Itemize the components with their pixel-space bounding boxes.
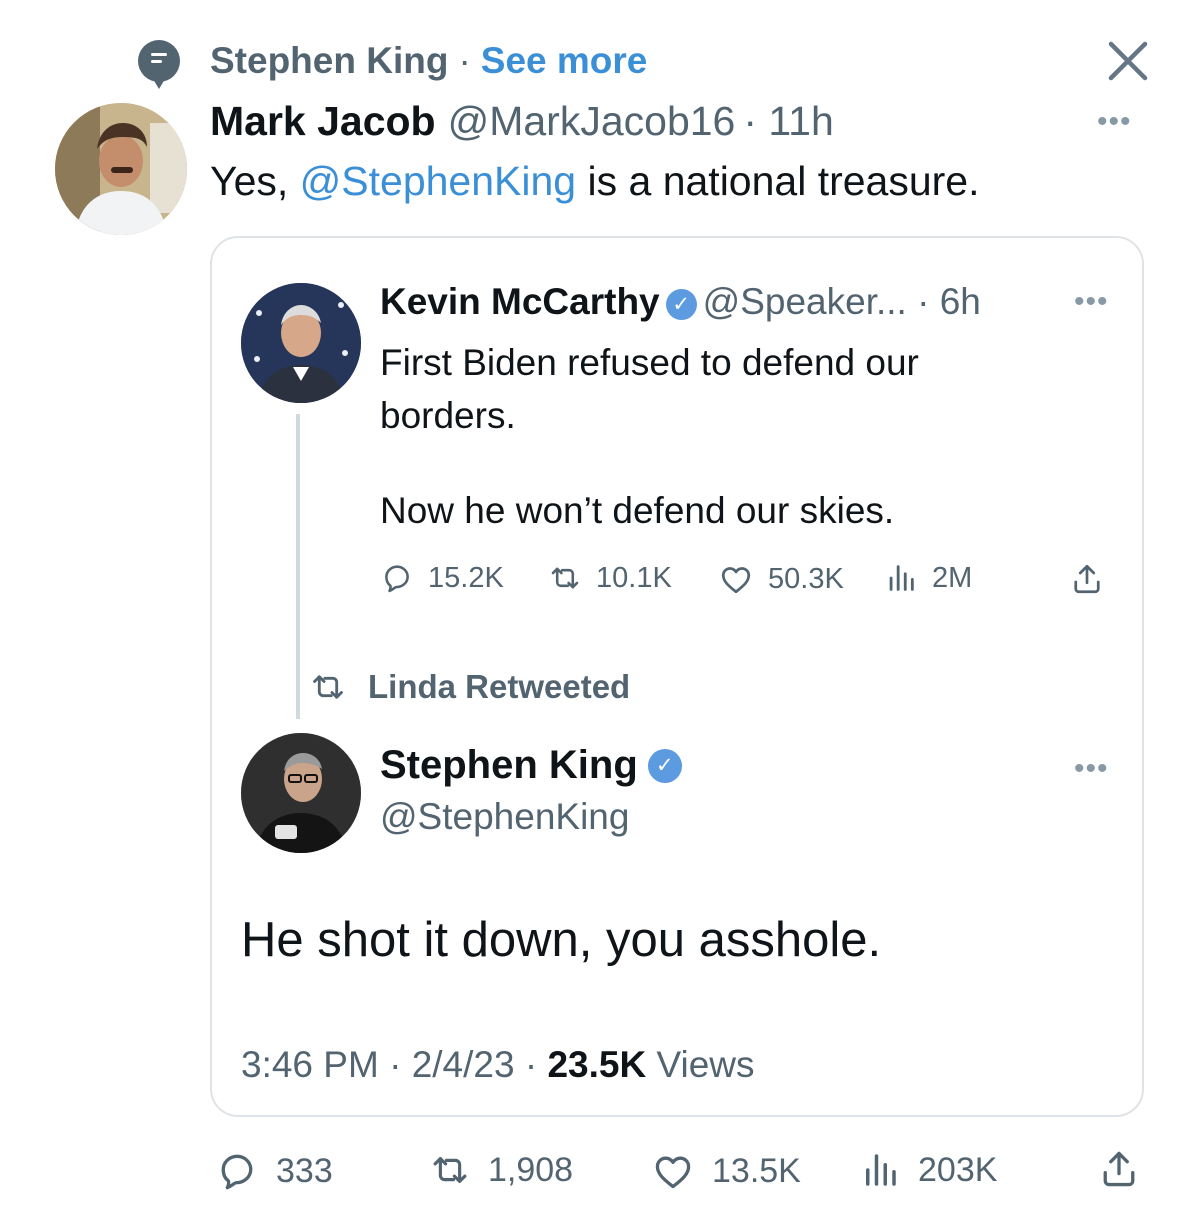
- see-more-link[interactable]: See more: [481, 40, 648, 82]
- views-count: 2M: [932, 561, 973, 594]
- context-separator: ·: [458, 40, 471, 81]
- reply-stat[interactable]: 333: [214, 1149, 333, 1193]
- avatar-stephen-king[interactable]: [241, 733, 361, 853]
- speech-bubble-icon: [138, 40, 180, 89]
- author-handle[interactable]: @MarkJacob16: [448, 98, 736, 144]
- tweet-text-prefix: Yes,: [210, 158, 300, 204]
- retweeted-author-handle[interactable]: @StephenKing: [380, 796, 629, 838]
- like-count: 13.5K: [712, 1151, 801, 1190]
- more-options-button[interactable]: •••: [1097, 105, 1132, 139]
- like-count: 50.3K: [768, 562, 844, 595]
- tweet-text-suffix: is a national treasure.: [576, 158, 980, 204]
- social-context-bar: Stephen King · See more: [138, 38, 648, 89]
- views-stat[interactable]: 203K: [858, 1149, 997, 1191]
- retweet-count: 1,908: [488, 1150, 574, 1189]
- tweet-header: Mark Jacob @MarkJacob16 · 11h: [210, 98, 834, 148]
- quoted-tweet-time[interactable]: · 6h: [917, 281, 981, 322]
- views-icon: [884, 561, 918, 595]
- retweeted-by-label: Linda Retweeted: [308, 668, 630, 706]
- tweet-time[interactable]: · 11h: [743, 98, 833, 144]
- views-label: Views: [656, 1044, 755, 1085]
- views-count: 203K: [918, 1150, 998, 1189]
- avatar-mark-jacob[interactable]: [55, 103, 187, 235]
- avatar-kevin-mccarthy[interactable]: [241, 283, 361, 403]
- retweet-stat[interactable]: 10.1K: [548, 561, 672, 595]
- share-icon: [1097, 1147, 1141, 1191]
- reply-count: 333: [276, 1151, 333, 1190]
- retweeted-author-name[interactable]: Stephen King: [380, 743, 638, 788]
- like-stat[interactable]: 50.3K: [718, 561, 844, 597]
- quoted-tweet-header: Kevin McCarthy ✓ @Speaker... · 6h: [380, 281, 981, 323]
- reply-stat[interactable]: 15.2K: [380, 561, 504, 595]
- reply-count: 15.2K: [428, 561, 504, 594]
- share-icon: [1069, 561, 1105, 597]
- like-icon: [718, 561, 754, 597]
- more-icon: •••: [1074, 752, 1109, 785]
- quoted-author-name[interactable]: Kevin McCarthy: [380, 281, 660, 322]
- retweeted-tweet-text: He shot it down, you asshole.: [241, 913, 882, 967]
- more-icon: •••: [1074, 285, 1109, 318]
- quoted-tweet-text: First Biden refused to defend our border…: [380, 342, 919, 436]
- quoted-author-handle[interactable]: @Speaker...: [703, 281, 907, 322]
- tweet-text: Yes, @StephenKing is a national treasure…: [210, 158, 980, 205]
- more-icon: •••: [1097, 105, 1132, 138]
- close-icon: [1108, 41, 1148, 81]
- views-count: 23.5K: [547, 1044, 647, 1085]
- thread-connector: [296, 414, 300, 719]
- mention-link[interactable]: @StephenKing: [300, 158, 576, 204]
- views-stat[interactable]: 2M: [884, 561, 972, 595]
- more-options-button[interactable]: •••: [1074, 752, 1109, 786]
- author-name[interactable]: Mark Jacob: [210, 98, 436, 144]
- verified-badge-icon: ✓: [647, 748, 682, 783]
- reply-icon: [380, 561, 414, 595]
- retweet-count: 10.1K: [596, 561, 672, 594]
- retweet-icon: [428, 1149, 472, 1191]
- tweet-date[interactable]: 2/4/23: [412, 1044, 515, 1085]
- share-button[interactable]: [1097, 1147, 1157, 1200]
- reply-icon: [214, 1149, 260, 1193]
- views-icon: [858, 1149, 902, 1191]
- tweet-timestamp[interactable]: 3:46 PM: [241, 1044, 379, 1085]
- retweeted-by-text[interactable]: Linda Retweeted: [368, 668, 630, 706]
- close-button[interactable]: [1105, 38, 1151, 84]
- retweet-stat[interactable]: 1,908: [428, 1149, 573, 1191]
- retweet-icon: [308, 668, 348, 706]
- context-label: Stephen King: [210, 40, 449, 81]
- quoted-tweet-text-2: Now he won’t defend our skies.: [380, 490, 895, 531]
- like-stat[interactable]: 13.5K: [650, 1149, 801, 1193]
- retweeted-author: Stephen King ✓: [380, 743, 688, 788]
- share-button[interactable]: [1069, 561, 1119, 605]
- tweet-meta: 3:46 PM · 2/4/23 · 23.5K Views: [241, 1044, 755, 1085]
- more-options-button[interactable]: •••: [1074, 285, 1109, 319]
- like-icon: [650, 1149, 696, 1193]
- retweet-icon: [548, 561, 582, 595]
- verified-badge-icon: ✓: [665, 288, 697, 320]
